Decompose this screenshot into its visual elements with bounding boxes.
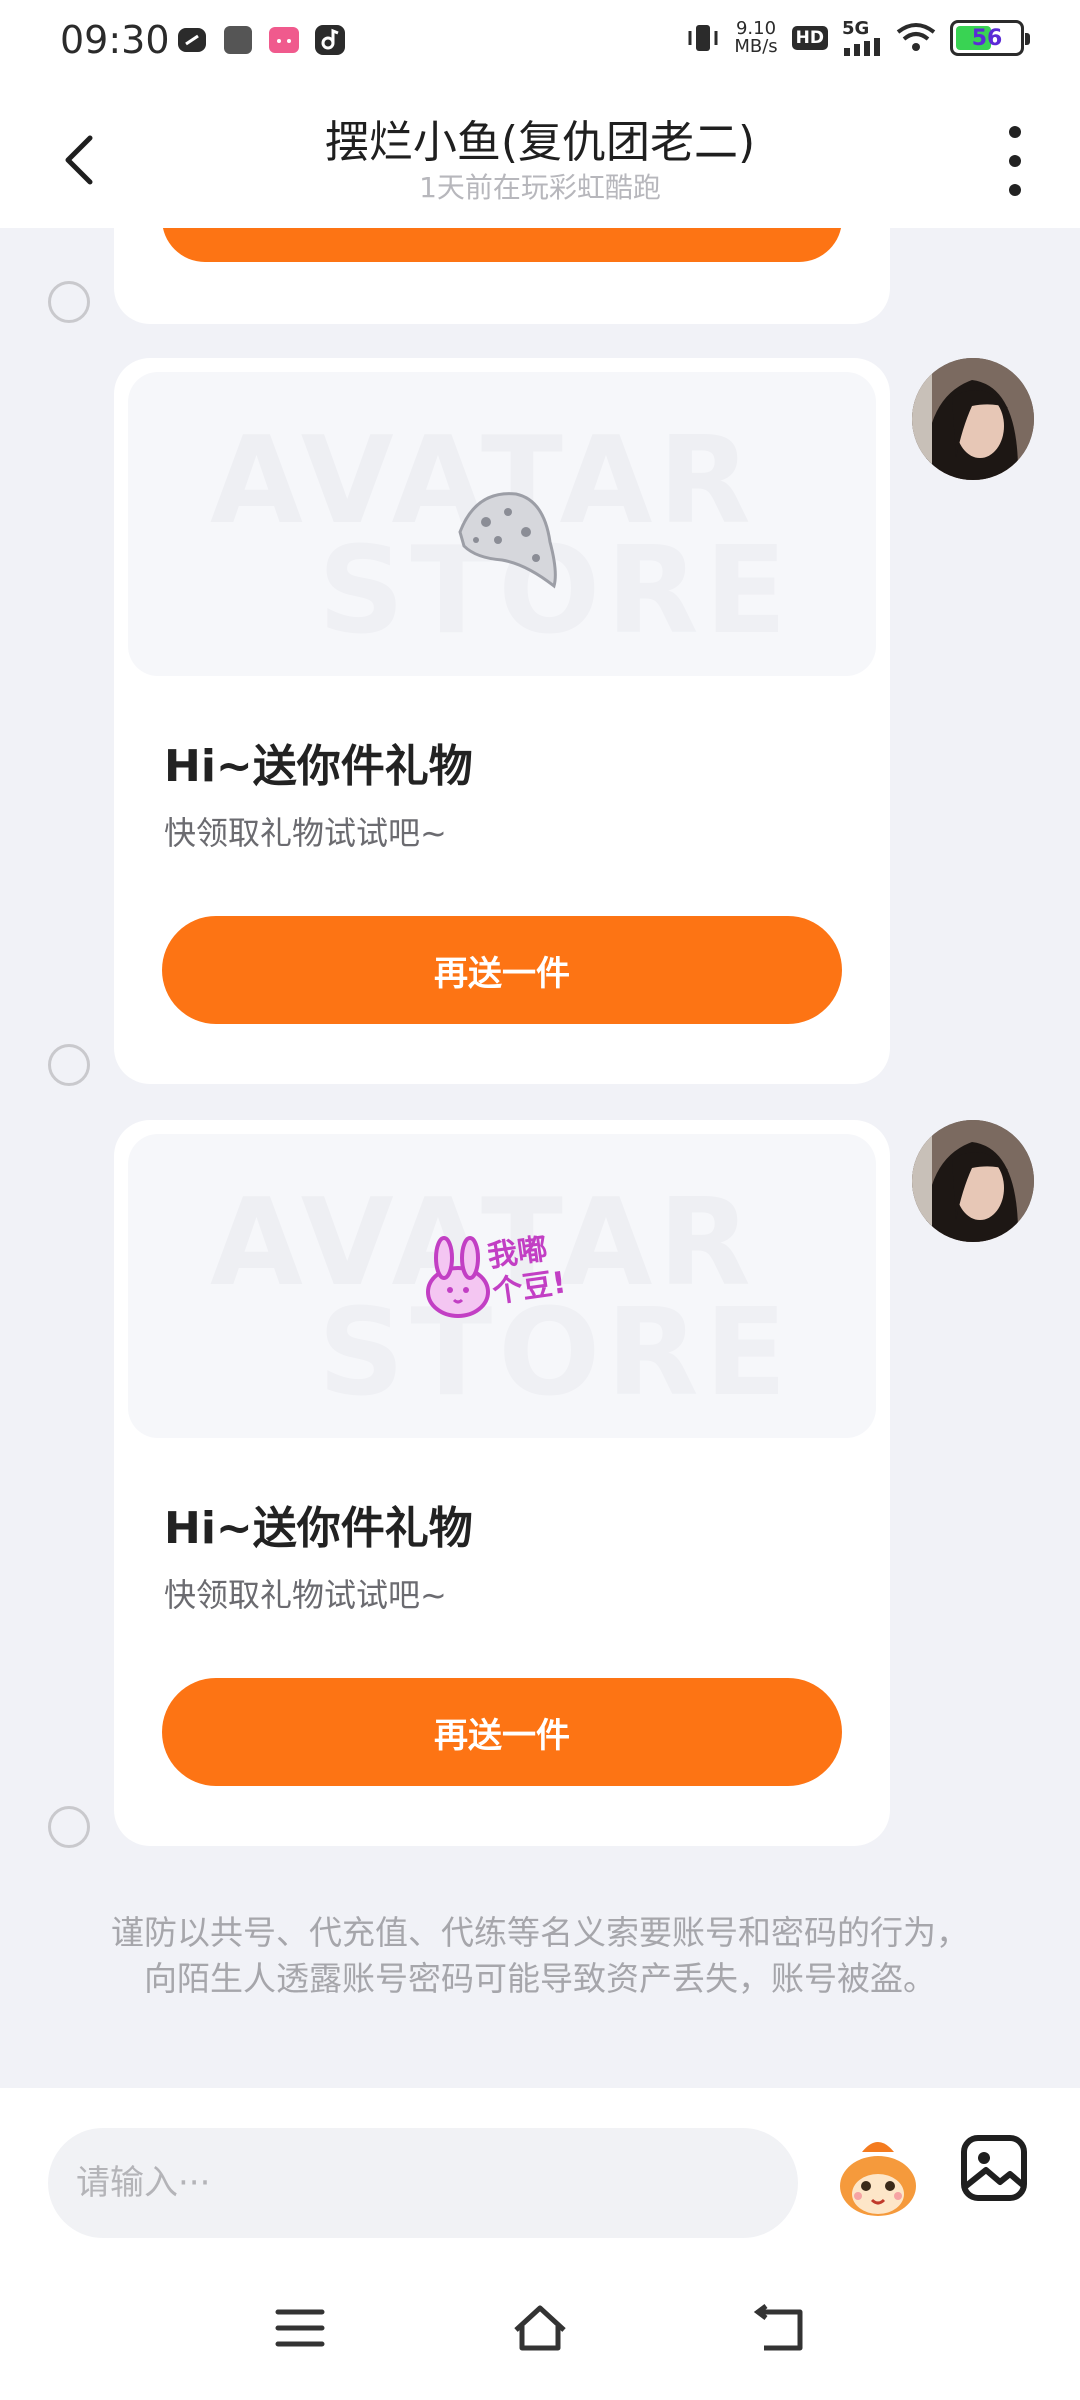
avatar[interactable] <box>912 1120 1034 1242</box>
vibrate-icon <box>688 25 718 51</box>
signal-bars-icon <box>844 38 880 56</box>
hd-badge: HD <box>791 26 828 50</box>
gift-preview[interactable]: AVATAR STORE 我嘟个豆! <box>128 1134 876 1438</box>
gift-card-desc: 快领取礼物试试吧~ <box>164 814 447 852</box>
notification-icons <box>176 24 346 56</box>
home-icon <box>514 2305 566 2351</box>
battery-cap <box>1025 33 1030 45</box>
gift-card-title: Hi~送你件礼物 <box>164 1503 473 1554</box>
gift-preview[interactable]: AVATAR STORE <box>128 372 876 676</box>
avatar[interactable] <box>912 358 1034 480</box>
more-dot-icon <box>1009 155 1021 167</box>
net-speed-unit: MB/s <box>734 36 778 57</box>
page-title: 摆烂小鱼(复仇团老二) <box>324 117 756 168</box>
net-speed: 9.10 MB/s <box>734 20 777 56</box>
gift-card-previous <box>114 228 890 324</box>
hat-icon <box>458 492 557 589</box>
avatar-photo <box>912 358 1034 480</box>
resend-gift-button[interactable]: 再送一件 <box>162 1678 842 1786</box>
bilibili-icon <box>269 27 299 53</box>
select-radio[interactable] <box>48 1806 90 1848</box>
system-nav-bar <box>0 2258 1080 2400</box>
chat-messages[interactable]: AVATAR STORE Hi~送你件礼物 快领取礼物试试吧~ 再送一件 AVA… <box>0 228 1080 2088</box>
more-options-button[interactable] <box>1000 126 1030 196</box>
back-arrow-icon <box>753 2304 803 2351</box>
status-right: 9.10 MB/s HD 5G 56 <box>686 20 1030 56</box>
gift-card-title: Hi~送你件礼物 <box>164 741 473 792</box>
select-radio[interactable] <box>48 1044 90 1086</box>
link-app-icon <box>178 28 206 52</box>
more-dot-icon <box>1009 126 1021 138</box>
gift-card: AVATAR STORE Hi~送你件礼物 快领取礼物试试吧~ 再送一件 <box>114 358 890 1084</box>
chat-header: 摆烂小鱼(复仇团老二) 1天前在玩彩虹酷跑 <box>0 84 1080 228</box>
music-app-icon <box>315 25 345 55</box>
page-subtitle: 1天前在玩彩虹酷跑 <box>419 171 661 204</box>
app-square-icon <box>224 26 252 54</box>
status-time: 09:30 <box>60 18 170 62</box>
input-bar <box>0 2088 1080 2258</box>
resend-gift-button[interactable]: 再送一件 <box>162 916 842 1024</box>
battery-level: 56 <box>971 25 1003 51</box>
wifi-icon <box>896 23 936 51</box>
photo-button[interactable] <box>958 2132 1030 2204</box>
emoji-button[interactable] <box>832 2132 924 2224</box>
emoji-mascot-icon <box>840 2142 916 2216</box>
image-icon <box>961 2135 1027 2201</box>
avatar-photo <box>912 1120 1034 1242</box>
resend-button-previous[interactable] <box>162 228 842 262</box>
home-nav-button[interactable] <box>510 2298 570 2358</box>
signal-label: 5G <box>842 18 870 39</box>
more-dot-icon <box>1009 184 1021 196</box>
back-nav-button[interactable] <box>750 2298 810 2358</box>
security-warning: 谨防以共号、代充值、代练等名义索要账号和密码的行为，向陌生人透露账号密码可能导致… <box>111 1913 969 1998</box>
menu-icon <box>275 2309 325 2347</box>
status-bar: 09:30 9.10 MB/s HD 5G 56 <box>0 0 1080 84</box>
menu-nav-button[interactable] <box>270 2298 330 2358</box>
battery-indicator: 56 <box>950 20 1030 56</box>
cell-signal: 5G <box>842 20 882 56</box>
gift-card: AVATAR STORE 我嘟个豆! Hi~送你件礼物 快领取礼物试试吧~ 再送… <box>114 1120 890 1846</box>
select-radio[interactable] <box>48 281 90 323</box>
sticker-text: 我嘟个豆! <box>485 1231 569 1311</box>
gift-card-desc: 快领取礼物试试吧~ <box>164 1576 447 1614</box>
message-input[interactable] <box>48 2128 798 2238</box>
